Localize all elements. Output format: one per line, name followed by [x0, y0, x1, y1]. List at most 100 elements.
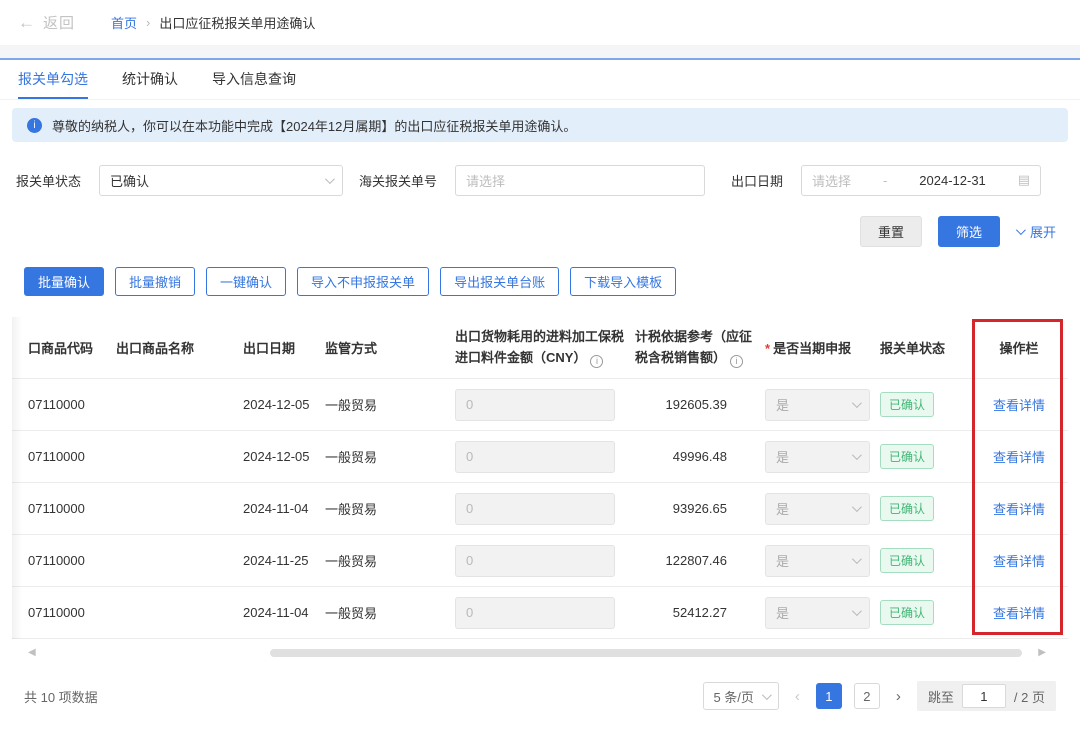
col-header-supervision: 监管方式: [325, 338, 455, 357]
cell-supervision: 一般贸易: [325, 447, 455, 466]
top-bar: ← 返回 首页 › 出口应征税报关单用途确认: [0, 0, 1080, 45]
view-details-link[interactable]: 查看详情: [993, 502, 1045, 517]
page-divider: [0, 45, 1080, 58]
current-declare-select: 是: [765, 597, 870, 629]
tab-declaration-selection[interactable]: 报关单勾选: [18, 60, 88, 99]
jump-page-input[interactable]: [962, 684, 1006, 708]
filter-actions-row: 重置 筛选 展开: [24, 216, 1056, 247]
date-end-value: 2024-12-31: [919, 173, 986, 188]
breadcrumb-current page-title: 出口应征税报关单用途确认: [159, 13, 315, 32]
content-card: 报关单勾选 统计确认 导入信息查询 i 尊敬的纳税人，你可以在本功能中完成【20…: [0, 58, 1080, 711]
view-details-link[interactable]: 查看详情: [993, 606, 1045, 621]
status-badge: 已确认: [880, 392, 934, 417]
batch-revoke-button[interactable]: 批量撤销: [115, 267, 195, 296]
breadcrumb-home[interactable]: 首页: [111, 13, 137, 32]
table-row: 07110000 2024-11-04 一般贸易 93926.65 是 已确认 …: [12, 483, 1068, 535]
download-template-button[interactable]: 下载导入模板: [570, 267, 676, 296]
page-size-select[interactable]: 5 条/页: [703, 682, 778, 710]
scroll-right-icon[interactable]: ▶: [1038, 647, 1046, 658]
import-undeclared-button[interactable]: 导入不申报报关单: [297, 267, 429, 296]
status-select-value: 已确认: [110, 171, 149, 190]
cell-commodity-code: 07110000: [12, 397, 116, 412]
expand-label: 展开: [1030, 222, 1056, 241]
chevron-down-icon: [1016, 225, 1026, 235]
page-button-1[interactable]: 1: [816, 683, 842, 709]
col-header-export-date: 出口日期: [243, 338, 325, 357]
cell-tax-basis: 93926.65: [635, 501, 765, 516]
info-banner: i 尊敬的纳税人，你可以在本功能中完成【2024年12月属期】的出口应征税报关单…: [12, 108, 1068, 142]
export-date-range-input[interactable]: 请选择 - 2024-12-31 ▤: [801, 165, 1041, 196]
chevron-down-icon: [852, 398, 862, 408]
jump-label: 跳至: [928, 687, 954, 706]
breadcrumb-separator: ›: [146, 15, 150, 30]
info-banner-text: 尊敬的纳税人，你可以在本功能中完成【2024年12月属期】的出口应征税报关单用途…: [52, 116, 576, 135]
back-button[interactable]: 返回: [43, 12, 75, 33]
current-declare-select: 是: [765, 389, 870, 421]
current-declare-select: 是: [765, 493, 870, 525]
cell-supervision: 一般贸易: [325, 499, 455, 518]
tab-import-info-query[interactable]: 导入信息查询: [212, 60, 296, 99]
cell-export-date: 2024-11-25: [243, 553, 325, 568]
page-button-2[interactable]: 2: [854, 683, 880, 709]
bonded-amount-input: [455, 545, 615, 577]
status-badge: 已确认: [880, 444, 934, 469]
table-header-row: 口商品代码 出口商品名称 出口日期 监管方式 出口货物耗用的进料加工保税进口料件…: [12, 317, 1068, 379]
col-header-operations: 操作栏: [975, 338, 1063, 357]
back-arrow-icon[interactable]: ←: [18, 13, 35, 33]
col-header-commodity-name: 出口商品名称: [116, 338, 243, 357]
reset-button[interactable]: 重置: [860, 216, 922, 247]
scrollbar-thumb[interactable]: [270, 649, 1022, 657]
one-click-confirm-button[interactable]: 一键确认: [206, 267, 286, 296]
col-header-commodity-code: 口商品代码: [12, 338, 116, 357]
scroll-left-icon[interactable]: ◀: [28, 647, 36, 658]
bonded-amount-input: [455, 493, 615, 525]
view-details-link[interactable]: 查看详情: [993, 450, 1045, 465]
table-row: 07110000 2024-12-05 一般贸易 192605.39 是 已确认…: [12, 379, 1068, 431]
view-details-link[interactable]: 查看详情: [993, 554, 1045, 569]
chevron-down-icon: [762, 690, 772, 700]
page-size-value: 5 条/页: [713, 687, 753, 706]
cell-commodity-code: 07110000: [12, 501, 116, 516]
cell-supervision: 一般贸易: [325, 603, 455, 622]
total-pages-text: / 2 页: [1014, 687, 1045, 706]
total-count-text: 共 10 项数据: [24, 687, 98, 706]
cell-export-date: 2024-12-05: [243, 449, 325, 464]
bonded-amount-input: [455, 597, 615, 629]
info-circle-icon[interactable]: i: [590, 355, 603, 368]
customs-no-input[interactable]: 请选择: [455, 165, 705, 196]
customs-no-label: 海关报关单号: [359, 171, 437, 190]
cell-supervision: 一般贸易: [325, 551, 455, 570]
date-start-placeholder: 请选择: [812, 171, 851, 190]
chevron-down-icon: [852, 554, 862, 564]
view-details-link[interactable]: 查看详情: [993, 398, 1045, 413]
calendar-icon: ▤: [1018, 172, 1030, 188]
col-header-tax-basis: 计税依据参考（应征税含税销售额）i: [635, 327, 765, 367]
current-declare-select: 是: [765, 545, 870, 577]
table-row: 07110000 2024-12-05 一般贸易 49996.48 是 已确认 …: [12, 431, 1068, 483]
customs-no-placeholder: 请选择: [466, 171, 505, 190]
search-button[interactable]: 筛选: [938, 216, 1000, 247]
jump-to-page-panel: 跳至 / 2 页: [917, 681, 1056, 711]
expand-toggle[interactable]: 展开: [1016, 222, 1056, 241]
pagination-controls: 5 条/页 ‹ 1 2 › 跳至 / 2 页: [703, 681, 1056, 711]
export-ledger-button[interactable]: 导出报关单台账: [440, 267, 559, 296]
tab-bar: 报关单勾选 统计确认 导入信息查询: [0, 60, 1080, 100]
required-asterisk: *: [765, 341, 770, 356]
tab-statistics-confirm[interactable]: 统计确认: [122, 60, 178, 99]
cell-export-date: 2024-11-04: [243, 605, 325, 620]
status-badge: 已确认: [880, 600, 934, 625]
cell-export-date: 2024-12-05: [243, 397, 325, 412]
export-tax-customs-declaration-page: ← 返回 首页 › 出口应征税报关单用途确认 报关单勾选 统计确认 导入信息查询…: [0, 0, 1080, 734]
batch-confirm-button[interactable]: 批量确认: [24, 267, 104, 296]
cell-commodity-code: 07110000: [12, 605, 116, 620]
next-page-button[interactable]: ›: [892, 688, 905, 705]
col-header-status: 报关单状态: [880, 338, 975, 357]
status-select[interactable]: 已确认: [99, 165, 343, 196]
chevron-down-icon: [852, 606, 862, 616]
cell-commodity-code: 07110000: [12, 449, 116, 464]
prev-page-button[interactable]: ‹: [791, 688, 804, 705]
bonded-amount-input: [455, 441, 615, 473]
cell-tax-basis: 122807.46: [635, 553, 765, 568]
info-circle-icon[interactable]: i: [730, 355, 743, 368]
declarations-table: 口商品代码 出口商品名称 出口日期 监管方式 出口货物耗用的进料加工保税进口料件…: [12, 317, 1068, 639]
